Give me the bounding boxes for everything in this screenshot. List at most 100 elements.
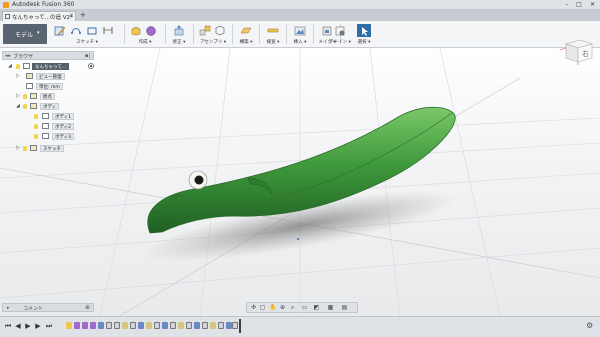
workspace-switcher-button[interactable]: モデル ▾	[3, 24, 47, 44]
tree-item-view-management[interactable]: ▷ ビュー管理	[16, 73, 86, 81]
timeline-feature-item[interactable]	[98, 322, 104, 329]
modify-press-pull-icon[interactable]	[173, 25, 185, 36]
timeline-feature-item[interactable]	[202, 322, 208, 329]
timeline-feature-item[interactable]	[82, 322, 88, 329]
go-to-end-icon[interactable]: ⏭	[45, 322, 53, 330]
timeline-feature-item[interactable]	[130, 322, 136, 329]
construct-group[interactable]: 構築 ▾	[235, 23, 257, 47]
close-window-button[interactable]: ✕	[587, 1, 598, 8]
pin-icon[interactable]: ▪|	[85, 53, 90, 59]
activate-radio-icon[interactable]	[88, 63, 94, 69]
visibility-bulb-icon[interactable]	[23, 146, 27, 151]
timeline-feature-item[interactable]	[210, 322, 216, 329]
view-cube-right-face-label: 右	[582, 49, 589, 58]
addins-group[interactable]: アドイン ▾	[327, 23, 353, 47]
body-icon	[42, 133, 49, 139]
inspect-measure-icon[interactable]	[267, 25, 279, 36]
timeline-feature-item[interactable]	[138, 322, 144, 329]
toolbar-divider	[259, 24, 260, 44]
add-comment-icon[interactable]: ⊕	[85, 304, 90, 311]
tree-item-units[interactable]: 単位: mm	[16, 83, 86, 91]
visibility-bulb-icon[interactable]	[23, 94, 27, 99]
view-cube[interactable]: 右	[558, 34, 596, 66]
expand-arrow-icon[interactable]: ▷	[16, 145, 20, 151]
timeline-feature-item[interactable]	[186, 322, 192, 329]
comments-panel-header[interactable]: ▸ コメント ⊕	[2, 303, 94, 312]
sketch-arc-icon[interactable]	[70, 25, 82, 36]
timeline-feature-item[interactable]	[66, 322, 72, 329]
timeline-feature-item[interactable]	[170, 322, 176, 329]
tree-item-origin[interactable]: ▷ 原点	[16, 93, 86, 101]
tree-item-bodies[interactable]: ◢ ボディ	[16, 103, 86, 111]
insert-group[interactable]: 挿入 ▾	[289, 23, 311, 47]
visibility-bulb-icon[interactable]	[34, 124, 38, 129]
timeline-feature-item[interactable]	[122, 322, 128, 329]
construct-plane-icon[interactable]	[240, 25, 252, 36]
document-icon	[5, 14, 10, 19]
display-settings-icon[interactable]: ▭	[301, 305, 308, 311]
sketch-dimension-icon[interactable]	[102, 25, 114, 36]
timeline-feature-item[interactable]	[114, 322, 120, 329]
step-back-icon[interactable]: ◀	[14, 322, 22, 330]
minimize-button[interactable]: –	[563, 1, 571, 8]
zoom-icon[interactable]: ⊕	[279, 305, 286, 311]
timeline-feature-item[interactable]	[162, 322, 168, 329]
timeline-feature-item[interactable]	[178, 322, 184, 329]
sketch-rectangle-icon[interactable]	[86, 25, 98, 36]
sketch-pencil-icon[interactable]	[54, 25, 66, 36]
timeline-feature-item[interactable]	[232, 322, 238, 329]
inspect-group[interactable]: 検査 ▾	[262, 23, 284, 47]
look-at-icon[interactable]: ▢	[259, 305, 266, 311]
expand-arrow-icon[interactable]: ◢	[8, 63, 12, 69]
create-group[interactable]: 作成 ▾	[127, 23, 163, 47]
select-cursor-icon[interactable]	[357, 24, 371, 37]
root-component-label[interactable]: なんちゃって...	[32, 63, 70, 70]
create-sphere-icon[interactable]	[145, 25, 157, 36]
timeline-feature-item[interactable]	[194, 322, 200, 329]
play-icon[interactable]: ▶	[24, 322, 32, 330]
visual-style-icon[interactable]: ◩	[313, 305, 320, 311]
tree-item-body2[interactable]: ボディ2	[34, 123, 84, 131]
tree-item-body3[interactable]: ボディ3	[34, 133, 84, 141]
new-tab-button[interactable]: +	[80, 11, 86, 19]
assemble-joint-icon[interactable]	[199, 25, 211, 36]
visibility-bulb-icon[interactable]	[34, 114, 38, 119]
timeline-position-marker[interactable]	[239, 319, 241, 333]
step-forward-icon[interactable]: ▶	[34, 322, 42, 330]
expand-arrow-icon[interactable]: ▷	[16, 93, 20, 99]
tree-item-body1[interactable]: ボディ1	[34, 113, 84, 121]
modify-group[interactable]: 修正 ▾	[168, 23, 190, 47]
grid-icon[interactable]: ▦	[327, 305, 334, 311]
insert-image-icon[interactable]	[294, 25, 306, 36]
assemble-group[interactable]: アセンブリ ▾	[196, 23, 230, 47]
timeline-feature-item[interactable]	[218, 322, 224, 329]
tab-close-button[interactable]: ×	[69, 12, 74, 19]
document-tab[interactable]: なんちゃって...の追 V2* ×	[2, 11, 76, 21]
timeline-feature-item[interactable]	[74, 322, 80, 329]
fit-icon[interactable]: ⌕	[289, 305, 296, 311]
orbit-icon[interactable]: ✣	[250, 305, 257, 311]
sketch-group[interactable]: スケッチ ▾	[52, 23, 122, 47]
gear-icon[interactable]: ⚙	[586, 321, 593, 330]
timeline-feature-item[interactable]	[146, 322, 152, 329]
timeline-feature-item[interactable]	[154, 322, 160, 329]
visibility-bulb-icon[interactable]	[34, 134, 38, 139]
tree-item-sketches[interactable]: ▷ スケッチ	[16, 145, 86, 153]
pan-icon[interactable]: ✋	[269, 305, 276, 311]
assemble-component-icon[interactable]	[214, 25, 226, 36]
create-box-icon[interactable]	[130, 25, 142, 36]
select-group[interactable]: 選択 ▾	[353, 23, 375, 47]
addins-scripts-icon[interactable]	[334, 25, 346, 36]
visibility-bulb-icon[interactable]	[23, 104, 27, 109]
go-to-start-icon[interactable]: ⏮	[4, 322, 12, 330]
collapse-arrows-icon[interactable]: ◂◂	[5, 53, 10, 59]
expand-arrow-icon[interactable]: ◢	[16, 103, 20, 109]
expand-arrow-icon[interactable]: ▸	[7, 305, 10, 311]
timeline-feature-item[interactable]	[106, 322, 112, 329]
expand-arrow-icon[interactable]: ▷	[16, 73, 20, 79]
viewports-icon[interactable]: ▤	[341, 305, 348, 311]
tree-root-node[interactable]: ◢ なんちゃって...	[8, 63, 94, 71]
visibility-bulb-icon[interactable]	[16, 64, 20, 69]
maximize-button[interactable]: □	[575, 1, 583, 8]
timeline-feature-item[interactable]	[90, 322, 96, 329]
